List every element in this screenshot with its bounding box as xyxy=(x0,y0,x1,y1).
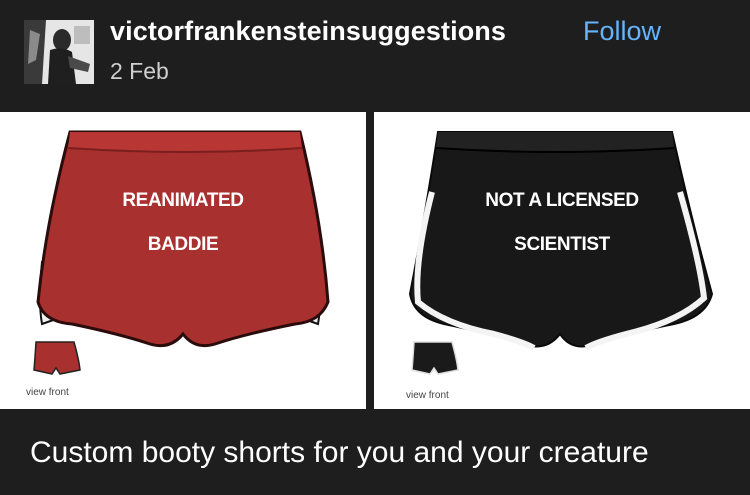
black-shorts-image: NOT A LICENSED SCIENTIST view front xyxy=(374,112,750,409)
red-shorts-image: REANIMATED BADDIE view front xyxy=(0,112,366,409)
avatar[interactable] xyxy=(24,20,94,84)
post-caption: Custom booty shorts for you and your cre… xyxy=(30,436,649,469)
post-header: victorfrankensteinsuggestions Follow 2 F… xyxy=(0,0,750,112)
username[interactable]: victorfrankensteinsuggestions xyxy=(110,16,506,47)
post-date: 2 Feb xyxy=(110,58,169,84)
shorts-text-line1: NOT A LICENSED xyxy=(485,190,639,211)
view-front-label[interactable]: view front xyxy=(406,390,449,401)
follow-button[interactable]: Follow xyxy=(583,16,661,47)
shorts-text-line2: BADDIE xyxy=(147,234,219,255)
view-front-label[interactable]: view front xyxy=(26,387,69,398)
shorts-text-line2: SCIENTIST xyxy=(514,234,610,255)
shorts-text-line1: REANIMATED xyxy=(122,190,244,211)
